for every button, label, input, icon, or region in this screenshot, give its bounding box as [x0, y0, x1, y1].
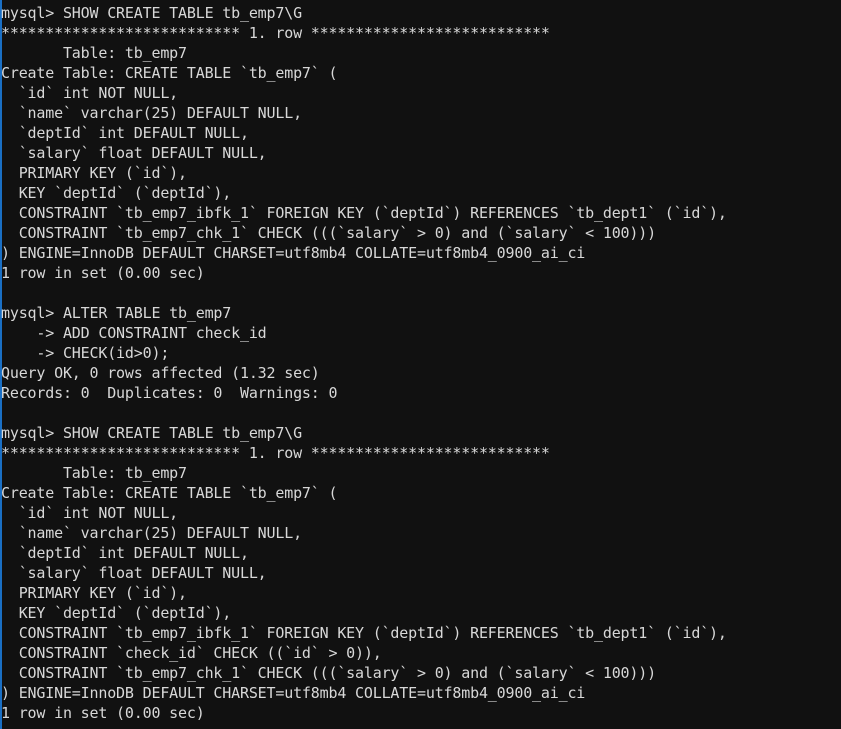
terminal-line: KEY `deptId` (`deptId`),	[1, 184, 232, 202]
terminal-line: -> CHECK(id>0);	[1, 344, 170, 362]
terminal-line: mysql> ALTER TABLE tb_emp7	[1, 304, 232, 322]
terminal-line: mysql> SHOW CREATE TABLE tb_emp7\G	[1, 4, 302, 22]
terminal-line: `salary` float DEFAULT NULL,	[1, 144, 267, 162]
terminal-output-area[interactable]: mysql> SHOW CREATE TABLE tb_emp7\G ******…	[0, 0, 841, 723]
terminal-line: CONSTRAINT `tb_emp7_ibfk_1` FOREIGN KEY …	[1, 624, 727, 642]
terminal-line: Query OK, 0 rows affected (1.32 sec)	[1, 364, 320, 382]
terminal-line: `name` varchar(25) DEFAULT NULL,	[1, 524, 302, 542]
terminal-line: *************************** 1. row *****…	[1, 24, 550, 42]
terminal-line: 1 row in set (0.00 sec)	[1, 264, 205, 282]
terminal-line: CONSTRAINT `check_id` CHECK ((`id` > 0))…	[1, 644, 382, 662]
terminal-line: PRIMARY KEY (`id`),	[1, 584, 187, 602]
terminal-line: Create Table: CREATE TABLE `tb_emp7` (	[1, 64, 338, 82]
terminal-line: `id` int NOT NULL,	[1, 84, 179, 102]
terminal-line: -> ADD CONSTRAINT check_id	[1, 324, 267, 342]
terminal-line: `deptId` int DEFAULT NULL,	[1, 124, 249, 142]
terminal-line: CONSTRAINT `tb_emp7_chk_1` CHECK (((`sal…	[1, 224, 656, 242]
terminal-line: Records: 0 Duplicates: 0 Warnings: 0	[1, 384, 338, 402]
terminal-line: CONSTRAINT `tb_emp7_chk_1` CHECK (((`sal…	[1, 664, 656, 682]
terminal-line: Table: tb_emp7	[1, 44, 187, 62]
terminal-line: `salary` float DEFAULT NULL,	[1, 564, 267, 582]
terminal-line: `name` varchar(25) DEFAULT NULL,	[1, 104, 302, 122]
terminal-line: PRIMARY KEY (`id`),	[1, 164, 187, 182]
terminal-line: KEY `deptId` (`deptId`),	[1, 604, 232, 622]
terminal-line: CONSTRAINT `tb_emp7_ibfk_1` FOREIGN KEY …	[1, 204, 727, 222]
terminal-line: Table: tb_emp7	[1, 464, 187, 482]
terminal-line: *************************** 1. row *****…	[1, 444, 550, 462]
mysql-terminal-window[interactable]: mysql> SHOW CREATE TABLE tb_emp7\G ******…	[0, 0, 841, 729]
terminal-line: ) ENGINE=InnoDB DEFAULT CHARSET=utf8mb4 …	[1, 244, 586, 262]
terminal-line: Create Table: CREATE TABLE `tb_emp7` (	[1, 484, 338, 502]
terminal-line: `deptId` int DEFAULT NULL,	[1, 544, 249, 562]
terminal-line: mysql> SHOW CREATE TABLE tb_emp7\G	[1, 424, 302, 442]
terminal-line: ) ENGINE=InnoDB DEFAULT CHARSET=utf8mb4 …	[1, 684, 586, 702]
terminal-line: `id` int NOT NULL,	[1, 504, 179, 522]
terminal-line: 1 row in set (0.00 sec)	[1, 704, 205, 722]
